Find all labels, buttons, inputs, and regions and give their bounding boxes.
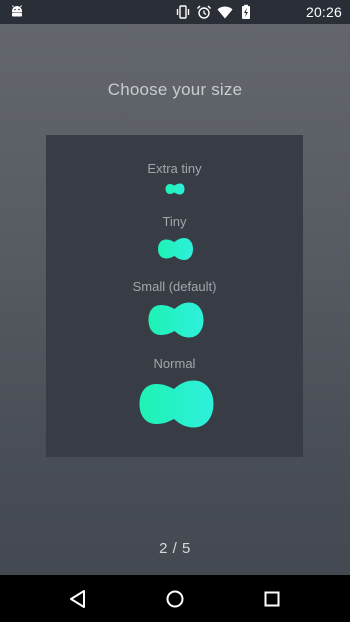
size-label-tiny: Tiny bbox=[162, 214, 187, 229]
size-label-small: Small (default) bbox=[132, 279, 217, 294]
back-icon[interactable] bbox=[65, 586, 91, 612]
onboarding-page: Choose your size Extra tiny Tiny Small (… bbox=[0, 24, 350, 575]
size-option-small[interactable] bbox=[147, 301, 205, 339]
size-label-extra-tiny: Extra tiny bbox=[147, 161, 202, 176]
recents-icon[interactable] bbox=[259, 586, 285, 612]
battery-charging-icon bbox=[242, 4, 250, 19]
size-option-tiny[interactable] bbox=[157, 237, 194, 261]
size-picker-panel: Extra tiny Tiny Small (default) Normal bbox=[46, 135, 303, 457]
page-indicator: 2 / 5 bbox=[159, 540, 191, 557]
screen: 20:26 Choose your size Extra tiny Tiny S… bbox=[0, 0, 350, 622]
status-time: 20:26 bbox=[305, 4, 342, 20]
wifi-icon bbox=[217, 6, 233, 19]
size-option-extra-tiny[interactable] bbox=[165, 183, 185, 195]
size-option-normal[interactable] bbox=[138, 379, 215, 429]
size-label-normal: Normal bbox=[153, 356, 196, 371]
status-bar: 20:26 bbox=[0, 0, 350, 24]
android-icon bbox=[12, 5, 22, 17]
vibrate-icon bbox=[176, 5, 190, 19]
page-title: Choose your size bbox=[107, 80, 243, 99]
home-icon[interactable] bbox=[162, 586, 188, 612]
navigation-bar bbox=[0, 575, 350, 622]
alarm-icon bbox=[197, 5, 211, 19]
